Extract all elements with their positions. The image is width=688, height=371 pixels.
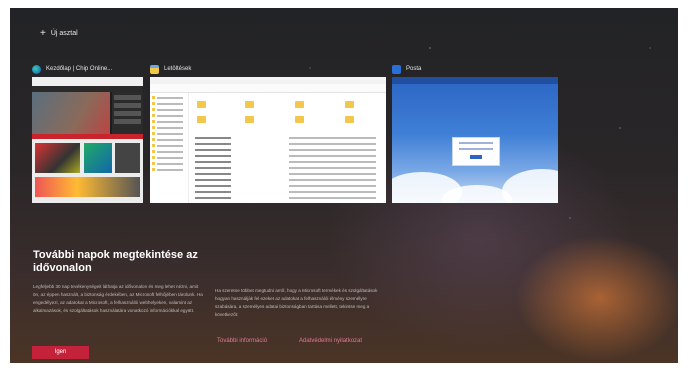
folder-icon xyxy=(150,64,159,74)
timeline-heading: További napok megtekintése az idővonalon xyxy=(33,249,198,274)
mail-icon xyxy=(392,64,401,74)
window-title-mail[interactable]: Posta xyxy=(392,63,421,75)
window-title-explorer[interactable]: Letöltések xyxy=(150,63,191,75)
window-thumbnail-mail[interactable] xyxy=(392,77,558,203)
timeline-description-1: Legfeljebb 30 nap tevékenységeit láthatj… xyxy=(33,284,203,313)
window-title-edge[interactable]: Kezdőlap | Chip Online... xyxy=(32,63,112,75)
new-desktop-label: Új asztal xyxy=(50,30,78,37)
yes-button[interactable]: Igen xyxy=(32,346,89,359)
window-title-text: Letöltések xyxy=(164,66,192,72)
new-desktop-button[interactable]: + Új asztal xyxy=(40,28,78,39)
mail-dialog xyxy=(452,137,500,166)
window-title-text: Kezdőlap | Chip Online... xyxy=(46,66,113,72)
privacy-statement-link[interactable]: Adatvédelmi nyilatkozat xyxy=(299,338,362,344)
window-thumbnail-edge[interactable] xyxy=(32,77,143,203)
edge-browser-icon xyxy=(32,64,41,74)
timeline-description-2: Ha szeretne többet megtudni arról, hogy … xyxy=(215,288,378,317)
more-info-link[interactable]: További információ xyxy=(217,338,267,344)
plus-icon: + xyxy=(40,28,46,39)
window-thumbnail-explorer[interactable] xyxy=(150,77,386,203)
task-view-overlay: + Új asztal Kezdőlap | Chip Online... Le… xyxy=(10,8,678,363)
window-title-text: Posta xyxy=(406,66,422,72)
